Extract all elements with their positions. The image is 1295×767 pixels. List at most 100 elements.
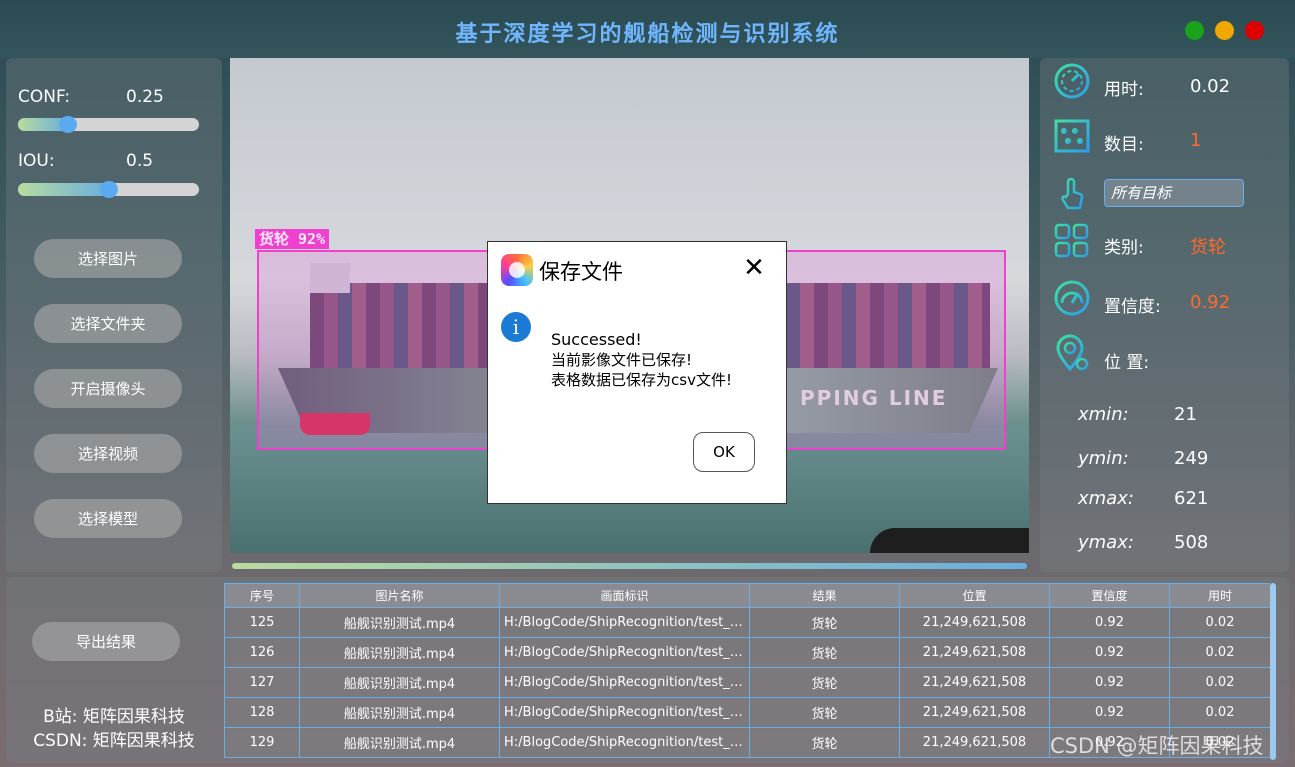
select-folder-button[interactable]: 选择文件夹	[34, 304, 182, 343]
table-row[interactable]: 128 船舰识别测试.mp4 H:/BlogCode/ShipRecogniti…	[224, 697, 1270, 728]
credit-bilibili: B站: 矩阵因果科技	[43, 707, 185, 727]
gauge-icon	[1054, 280, 1090, 316]
progress-bar	[232, 563, 1027, 569]
abacus-icon	[1054, 119, 1090, 153]
iou-slider[interactable]	[18, 181, 199, 198]
class-value: 货轮	[1190, 237, 1226, 258]
col-header-time[interactable]: 用时	[1169, 583, 1270, 608]
cell-result: 货轮	[749, 607, 900, 638]
cell-confidence: 0.92	[1049, 667, 1170, 698]
col-header-confidence[interactable]: 置信度	[1049, 583, 1170, 608]
select-model-button[interactable]: 选择模型	[34, 499, 182, 538]
cell-result: 货轮	[749, 637, 900, 668]
select-video-button[interactable]: 选择视频	[34, 434, 182, 473]
dialog-title: 保存文件	[539, 260, 623, 284]
col-header-frame-id[interactable]: 画面标识	[499, 583, 750, 608]
app-logo-icon	[501, 254, 533, 286]
credit-csdn: CSDN: 矩阵因果科技	[33, 731, 195, 751]
cell-image-name: 船舰识别测试.mp4	[299, 637, 500, 668]
cell-time: 0.02	[1169, 607, 1270, 638]
watermark: CSDN @矩阵因果科技	[1050, 734, 1264, 758]
cell-position: 21,249,621,508	[899, 667, 1050, 698]
position-label: 位 置:	[1104, 353, 1150, 373]
cell-confidence: 0.92	[1049, 607, 1170, 638]
cell-index: 128	[224, 697, 300, 728]
cell-time: 0.02	[1169, 637, 1270, 668]
cell-index: 127	[224, 667, 300, 698]
cell-frame-id: H:/BlogCode/ShipRecognition/test_m...	[499, 667, 750, 698]
col-header-result[interactable]: 结果	[749, 583, 900, 608]
iou-label: IOU:	[18, 151, 55, 171]
cell-image-name: 船舰识别测试.mp4	[299, 697, 500, 728]
xmax-value: 621	[1174, 488, 1209, 509]
ymin-value: 249	[1174, 448, 1209, 469]
cell-confidence: 0.92	[1049, 697, 1170, 728]
close-window-button[interactable]	[1245, 21, 1264, 40]
cell-position: 21,249,621,508	[899, 607, 1050, 638]
save-file-dialog: 保存文件 ✕ i Successed! 当前影像文件已保存! 表格数据已保存为c…	[487, 241, 787, 504]
cell-frame-id: H:/BlogCode/ShipRecognition/test_m...	[499, 697, 750, 728]
confidence-value: 0.92	[1190, 292, 1231, 313]
conf-value: 0.25	[126, 87, 164, 107]
col-header-image-name[interactable]: 图片名称	[299, 583, 500, 608]
count-label: 数目:	[1104, 135, 1144, 155]
xmin-value: 21	[1174, 404, 1197, 425]
maximize-button[interactable]	[1185, 21, 1204, 40]
conf-slider-handle[interactable]	[59, 116, 77, 133]
cell-result: 货轮	[749, 697, 900, 728]
confidence-label: 置信度:	[1104, 297, 1161, 317]
time-value: 0.02	[1190, 76, 1231, 97]
table-row[interactable]: 127 船舰识别测试.mp4 H:/BlogCode/ShipRecogniti…	[224, 667, 1270, 698]
class-label: 类别:	[1104, 238, 1144, 258]
cell-index: 126	[224, 637, 300, 668]
cell-position: 21,249,621,508	[899, 727, 1050, 758]
info-icon: i	[501, 312, 531, 342]
open-camera-button[interactable]: 开启摄像头	[34, 369, 182, 408]
location-pin-icon	[1056, 334, 1089, 372]
app-title: 基于深度学习的舰船检测与识别系统	[455, 21, 840, 47]
cell-frame-id: H:/BlogCode/ShipRecognition/test_m...	[499, 607, 750, 638]
conf-label: CONF:	[18, 87, 71, 107]
cell-image-name: 船舰识别测试.mp4	[299, 667, 500, 698]
cell-confidence: 0.92	[1049, 637, 1170, 668]
table-scrollbar[interactable]	[1270, 583, 1276, 760]
table-row[interactable]: 125 船舰识别测试.mp4 H:/BlogCode/ShipRecogniti…	[224, 607, 1270, 638]
touch-pointer-icon	[1061, 177, 1084, 210]
conf-slider[interactable]	[18, 116, 199, 133]
cell-position: 21,249,621,508	[899, 637, 1050, 668]
cell-time: 0.02	[1169, 697, 1270, 728]
select-image-button[interactable]: 选择图片	[34, 239, 182, 278]
ymax-value: 508	[1174, 532, 1209, 553]
cell-index: 129	[224, 727, 300, 758]
cell-frame-id: H:/BlogCode/ShipRecognition/test_m...	[499, 637, 750, 668]
minimize-button[interactable]	[1215, 21, 1234, 40]
target-select[interactable]: 所有目标	[1104, 179, 1244, 207]
ymax-label: ymax:	[1078, 532, 1134, 553]
ok-button[interactable]: OK	[693, 432, 755, 472]
cell-result: 货轮	[749, 727, 900, 758]
cell-time: 0.02	[1169, 667, 1270, 698]
xmin-label: xmin:	[1078, 404, 1129, 425]
cell-result: 货轮	[749, 667, 900, 698]
table-header-row: 序号 图片名称 画面标识 结果 位置 置信度 用时	[224, 583, 1270, 608]
iou-slider-handle[interactable]	[100, 181, 118, 198]
category-grid-icon	[1054, 223, 1089, 258]
col-header-index[interactable]: 序号	[224, 583, 300, 608]
iou-slider-fill	[18, 183, 109, 196]
col-header-position[interactable]: 位置	[899, 583, 1050, 608]
dialog-message: Successed! 当前影像文件已保存! 表格数据已保存为csv文件!	[551, 330, 732, 390]
iou-value: 0.5	[126, 151, 154, 171]
shore-rocks	[870, 528, 1029, 553]
close-icon[interactable]: ✕	[740, 254, 768, 282]
cell-frame-id: H:/BlogCode/ShipRecognition/test_m...	[499, 727, 750, 758]
ymin-label: ymin:	[1078, 448, 1129, 469]
count-value: 1	[1190, 130, 1202, 151]
table-row[interactable]: 126 船舰识别测试.mp4 H:/BlogCode/ShipRecogniti…	[224, 637, 1270, 668]
dialog-message-line3: 表格数据已保存为csv文件!	[551, 371, 732, 389]
speedometer-icon	[1054, 63, 1090, 99]
xmax-label: xmax:	[1078, 488, 1134, 509]
cell-position: 21,249,621,508	[899, 697, 1050, 728]
dialog-message-line1: Successed!	[551, 330, 642, 349]
export-results-button[interactable]: 导出结果	[32, 622, 180, 661]
cell-image-name: 船舰识别测试.mp4	[299, 607, 500, 638]
